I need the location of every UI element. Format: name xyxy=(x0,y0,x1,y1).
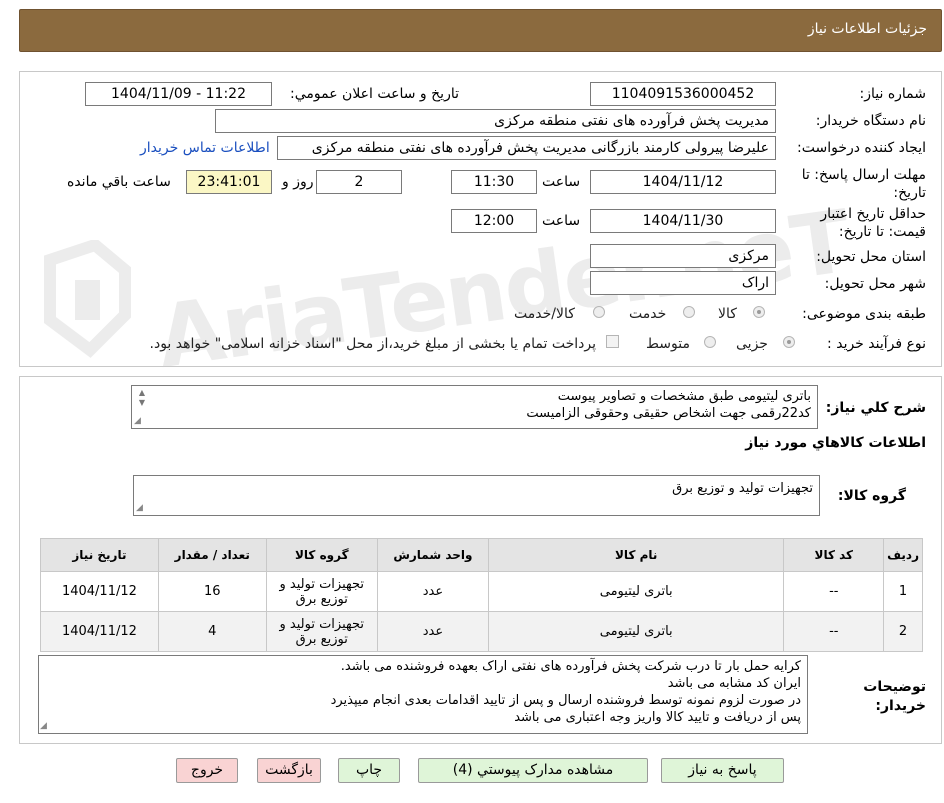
cell-qty: 16 xyxy=(157,571,267,612)
cell-group: تجهیزات تولید و توزیع برق xyxy=(265,611,378,652)
creator-field: علیرضا پیرولی کارمند بازرگانی مدیریت پخش… xyxy=(277,136,776,160)
days-field: 2 xyxy=(316,170,402,194)
cell-group-line2: توزیع برق xyxy=(295,631,348,647)
process-medium-label: متوسط xyxy=(646,336,690,352)
reply-time-label: ساعت xyxy=(542,174,581,190)
col-row: ردیف xyxy=(883,538,923,572)
validity-label: حداقل تاریخ اعتبار قیمت: تا تاریخ: xyxy=(820,206,926,240)
announce-label: تاریخ و ساعت اعلان عمومي: xyxy=(290,86,459,102)
reply-time-field: 11:30 xyxy=(451,170,537,194)
remaining-label: ساعت باقي مانده xyxy=(67,174,171,190)
summary-line-1: باتری لیتیومی طبق مشخصات و تصاویر پیوست xyxy=(557,389,811,404)
creator-label: ایجاد کننده درخواست: xyxy=(797,140,926,156)
category-label: طبقه بندی موضوعی: xyxy=(802,306,926,322)
print-button[interactable]: چاپ xyxy=(338,758,400,783)
need-number-field: 1104091536000452 xyxy=(590,82,776,106)
reply-deadline-label: مهلت ارسال پاسخ: تا تاریخ: xyxy=(801,167,926,201)
goods-group-field: تجهیزات تولید و توزیع برق xyxy=(133,475,820,516)
cell-group-line2: توزیع برق xyxy=(295,591,348,607)
buyer-notes-label: توضیحات خریدار: xyxy=(863,678,926,716)
province-field: مرکزی xyxy=(590,244,776,268)
cell-code: -- xyxy=(783,571,885,612)
col-date: تاریخ نیاز xyxy=(40,538,159,572)
buyer-notes-label-line1: توضیحات xyxy=(863,679,926,695)
province-label: استان محل تحویل: xyxy=(816,249,926,265)
goods-table: ردیف کد کالا نام کالا واحد شمارش گروه کا… xyxy=(40,538,923,652)
process-label: نوع فرآیند خرید : xyxy=(827,336,926,352)
goods-group-value: تجهیزات تولید و توزیع برق xyxy=(672,481,813,496)
col-code: کد کالا xyxy=(783,538,885,572)
summary-textarea[interactable]: باتری لیتیومی طبق مشخصات و تصاویر پیوست … xyxy=(131,385,818,429)
buyer-org-field: مدیریت پخش فرآورده های نفتی منطقه مرکزی xyxy=(215,109,776,133)
days-label: روز و xyxy=(282,174,314,190)
col-name: نام کالا xyxy=(487,538,785,572)
cell-group-line1: تجهیزات تولید و xyxy=(279,616,365,632)
need-number-label: شماره نیاز: xyxy=(859,86,927,102)
buyer-notes-line-2: ایران کد مشابه می باشد xyxy=(667,676,801,691)
buyer-notes-line-1: کرایه حمل بار تا درب شرکت پخش فرآورده ها… xyxy=(340,659,801,674)
validity-date-field: 1404/11/30 xyxy=(590,209,776,233)
validity-time-field: 12:00 xyxy=(451,209,537,233)
page-header: جزئیات اطلاعات نیاز xyxy=(19,9,942,52)
summary-scroll-arrows[interactable]: ▲ ▼ xyxy=(135,388,149,408)
treasury-checkbox[interactable] xyxy=(606,335,619,348)
attachments-button[interactable]: مشاهده مدارک پیوستي (4) xyxy=(418,758,648,783)
city-field: اراک xyxy=(590,271,776,295)
reply-button[interactable]: پاسخ به نیاز xyxy=(661,758,784,783)
buyer-notes-line-4: پس از دریافت و تایید کالا واریز وجه اعتب… xyxy=(514,710,801,725)
table-row: 1 -- باتری لیتیومی عدد تجهیزات تولید و تو… xyxy=(40,571,923,612)
buyer-notes-label-line2: خریدار: xyxy=(875,698,926,714)
category-service-label: خدمت xyxy=(629,306,667,322)
cell-date: 1404/11/12 xyxy=(40,571,159,612)
col-qty: تعداد / مقدار xyxy=(157,538,267,572)
cell-group-line1: تجهیزات تولید و xyxy=(279,576,365,592)
cell-qty: 4 xyxy=(157,611,267,652)
cell-unit: عدد xyxy=(376,571,490,612)
back-button[interactable]: بازگشت xyxy=(257,758,321,783)
cell-row: 1 xyxy=(883,571,923,612)
cell-unit: عدد xyxy=(376,611,490,652)
exit-button[interactable]: خروج xyxy=(176,758,238,783)
page-title: جزئیات اطلاعات نیاز xyxy=(807,21,927,37)
process-minor-label: جزیی xyxy=(736,336,768,352)
process-radio-minor[interactable] xyxy=(783,336,795,348)
process-radio-medium[interactable] xyxy=(704,336,716,348)
category-radio-goods[interactable] xyxy=(753,306,765,318)
category-goods-label: کالا xyxy=(718,306,737,322)
announce-field: 1404/11/09 - 11:22 xyxy=(85,82,272,106)
cell-name: باتری لیتیومی xyxy=(487,571,785,612)
col-unit: واحد شمارش xyxy=(376,538,490,572)
reply-date-field: 1404/11/12 xyxy=(590,170,776,194)
category-radio-service[interactable] xyxy=(683,306,695,318)
category-goods-service-label: کالا/خدمت xyxy=(514,306,575,322)
goods-table-header: ردیف کد کالا نام کالا واحد شمارش گروه کا… xyxy=(40,538,923,572)
buyer-org-label: نام دستگاه خریدار: xyxy=(815,113,926,129)
validity-time-label: ساعت xyxy=(542,213,581,229)
summary-resize-handle[interactable]: ◢ xyxy=(134,416,141,426)
city-label: شهر محل تحویل: xyxy=(824,276,926,292)
cell-row: 2 xyxy=(883,611,923,652)
col-group: گروه کالا xyxy=(265,538,378,572)
goods-group-label: گروه کالا: xyxy=(837,488,906,504)
buyer-notes-line-3: در صورت لزوم نمونه توسط فروشنده ارسال و … xyxy=(330,693,801,708)
buyer-notes-textarea[interactable]: کرایه حمل بار تا درب شرکت پخش فرآورده ها… xyxy=(38,655,808,734)
summary-label: شرح کلي نياز: xyxy=(825,400,926,416)
payment-note: پرداخت تمام یا بخشی از مبلغ خرید،از محل … xyxy=(149,336,596,352)
category-radio-goods-service[interactable] xyxy=(593,306,605,318)
summary-line-2: کد22رقمی جهت اشخاص حقیقی وحقوقی الزامیست xyxy=(526,406,811,421)
buyer-notes-resize-handle[interactable]: ◢ xyxy=(40,721,47,731)
cell-name: باتری لیتیومی xyxy=(487,611,785,652)
cell-date: 1404/11/12 xyxy=(40,611,159,652)
cell-code: -- xyxy=(783,611,885,652)
table-row: 2 -- باتری لیتیومی عدد تجهیزات تولید و تو… xyxy=(40,611,923,652)
cell-group: تجهیزات تولید و توزیع برق xyxy=(265,571,378,612)
goods-group-resize-handle[interactable]: ◢ xyxy=(136,503,143,513)
remaining-time-field: 23:41:01 xyxy=(186,170,272,194)
goods-section-title: اطلاعات کالاهاي مورد نياز xyxy=(745,435,926,451)
buyer-contact-link[interactable]: اطلاعات تماس خریدار xyxy=(140,140,270,156)
